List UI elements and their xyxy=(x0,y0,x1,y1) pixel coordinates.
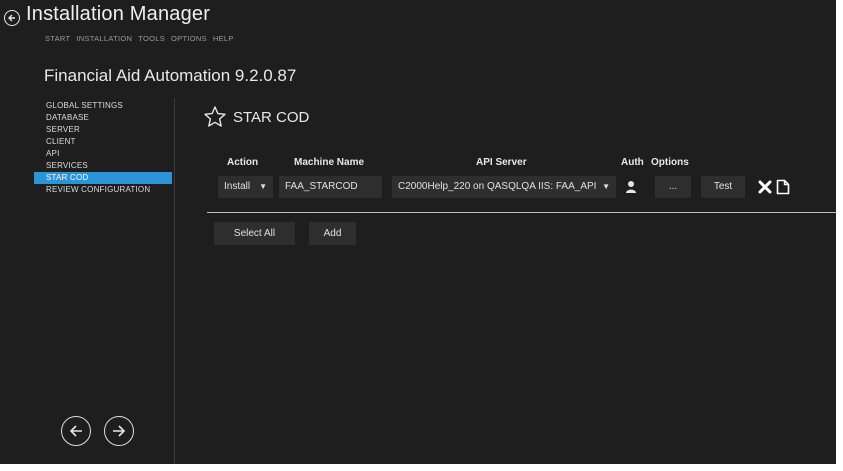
menu-installation[interactable]: INSTALLATION xyxy=(76,34,132,43)
options-button[interactable]: ... xyxy=(655,176,691,198)
sidebar-item-services[interactable]: SERVICES xyxy=(34,160,172,172)
user-icon[interactable] xyxy=(624,180,638,194)
column-header-options: Options xyxy=(651,157,689,168)
arrow-right-icon xyxy=(113,425,126,437)
sidebar-item-api[interactable]: API xyxy=(34,148,172,160)
sidebar-item-client[interactable]: CLIENT xyxy=(34,136,172,148)
installation-manager-window: Installation Manager START INSTALLATION … xyxy=(0,0,836,464)
column-header-auth: Auth xyxy=(621,157,644,168)
table-divider xyxy=(207,212,836,213)
sidebar-item-server[interactable]: SERVER xyxy=(34,124,172,136)
sidebar-divider xyxy=(174,98,175,464)
chevron-down-icon: ▼ xyxy=(259,182,267,191)
copy-icon[interactable] xyxy=(776,179,790,195)
column-header-api-server: API Server xyxy=(476,157,527,168)
previous-button[interactable] xyxy=(61,416,91,446)
menu-options[interactable]: OPTIONS xyxy=(171,34,207,43)
window-edge-right xyxy=(836,0,843,471)
section-header: STAR COD xyxy=(203,105,309,129)
select-all-button[interactable]: Select All xyxy=(214,222,295,245)
api-server-value: C2000Help_220 on QASQLQA IIS: FAA_API xyxy=(398,181,597,192)
column-header-action: Action xyxy=(227,157,259,168)
next-button[interactable] xyxy=(104,416,134,446)
window-edge-bottom xyxy=(0,464,843,471)
test-button[interactable]: Test xyxy=(701,176,745,198)
section-title: STAR COD xyxy=(233,108,310,126)
table-row: Install ▼ FAA_STARCOD C2000Help_220 on Q… xyxy=(0,176,836,198)
menu-tools[interactable]: TOOLS xyxy=(138,34,165,43)
back-icon[interactable] xyxy=(4,10,20,26)
product-title: Financial Aid Automation 9.2.0.87 xyxy=(44,66,297,85)
chevron-down-icon: ▼ xyxy=(602,182,610,191)
sidebar-item-global-settings[interactable]: GLOBAL SETTINGS xyxy=(34,100,172,112)
star-outline-icon xyxy=(204,106,226,127)
machine-name-field[interactable]: FAA_STARCOD xyxy=(279,176,382,198)
add-button[interactable]: Add xyxy=(309,222,356,245)
sidebar-item-database[interactable]: DATABASE xyxy=(34,112,172,124)
close-icon[interactable] xyxy=(758,180,772,194)
menu-help[interactable]: HELP xyxy=(213,34,234,43)
app-title: Installation Manager xyxy=(26,3,211,25)
column-header-machine-name: Machine Name xyxy=(294,157,365,168)
action-dropdown[interactable]: Install ▼ xyxy=(218,176,273,198)
arrow-left-icon xyxy=(69,425,82,437)
api-server-dropdown[interactable]: C2000Help_220 on QASQLQA IIS: FAA_API ▼ xyxy=(392,176,616,198)
top-menu: START INSTALLATION TOOLS OPTIONS HELP xyxy=(45,34,234,43)
action-dropdown-value: Install xyxy=(224,181,251,192)
menu-start[interactable]: START xyxy=(45,34,70,43)
